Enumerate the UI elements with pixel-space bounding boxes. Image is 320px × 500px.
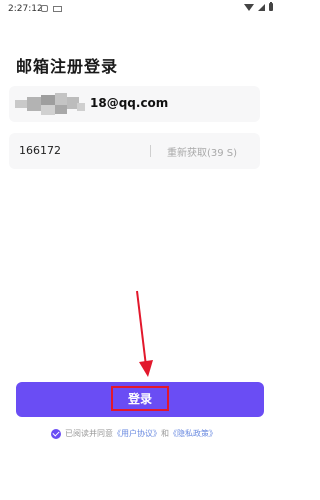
wifi-icon: [244, 3, 254, 11]
battery-icon: [269, 2, 273, 11]
code-value: 166172: [19, 144, 61, 157]
agreement-row: 已阅读并同意 《用户协议》 和 《隐私政策》: [51, 428, 217, 439]
notification-icon: [41, 5, 48, 12]
agreement-prefix: 已阅读并同意: [65, 429, 113, 438]
message-icon: [53, 6, 62, 12]
email-field[interactable]: 18@qq.com: [9, 86, 260, 122]
email-value: 18@qq.com: [90, 96, 169, 110]
login-button-label[interactable]: 登录: [111, 386, 169, 411]
verification-code-field[interactable]: 166172 重新获取(39 S): [9, 133, 260, 169]
status-time: 2:27:12: [8, 4, 43, 14]
agreement-and: 和: [161, 429, 169, 438]
page-title: 邮箱注册登录: [16, 57, 119, 76]
status-icons: [244, 2, 273, 11]
checkbox-checked-icon[interactable]: [51, 428, 61, 439]
user-agreement-link[interactable]: 《用户协议》: [113, 428, 161, 439]
signal-icon: [258, 3, 265, 11]
redacted-email-mosaic: [15, 93, 85, 115]
field-divider: [150, 145, 151, 157]
privacy-policy-link[interactable]: 《隐私政策》: [169, 428, 217, 439]
resend-code-button[interactable]: 重新获取(39 S): [167, 144, 237, 159]
status-bar: 2:27:12: [0, 0, 281, 22]
